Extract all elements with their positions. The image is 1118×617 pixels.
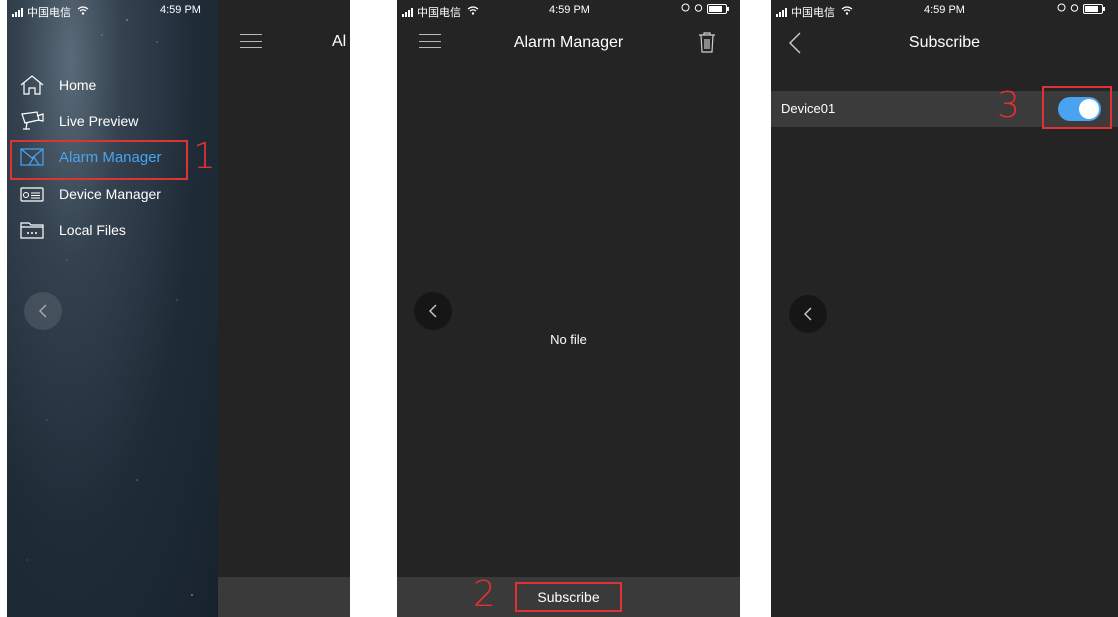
menu-item-live-preview[interactable]: Live Preview (19, 107, 138, 135)
signal-icon (402, 7, 413, 17)
annotation-box-1 (10, 140, 188, 180)
device-name: Device01 (781, 101, 836, 116)
page-title: Alarm Manager (513, 34, 624, 51)
phone-screen-side-menu: 中国电信 4:59 PM Home Live Preview Alarm Man… (7, 0, 350, 617)
home-icon (20, 75, 44, 95)
battery-icon (707, 4, 729, 14)
carrier-label: 中国电信 (791, 7, 835, 19)
annotation-step-2: 2 (473, 574, 496, 615)
signal-icon (12, 7, 23, 17)
back-circle-button[interactable] (789, 295, 827, 333)
trash-icon[interactable] (698, 31, 716, 58)
chevron-left-icon (39, 304, 47, 318)
status-bar: 中国电信 4:59 PM (397, 0, 740, 20)
phone-screen-alarm-manager: 中国电信 4:59 PM Alarm Manager No file Subsc… (397, 0, 740, 617)
menu-item-label: Live Preview (59, 113, 139, 129)
status-time: 4:59 PM (549, 4, 590, 16)
battery-icon (1083, 4, 1105, 14)
carrier-indicator: 中国电信 (776, 4, 853, 20)
carrier-label: 中国电信 (417, 7, 461, 19)
status-time: 4:59 PM (924, 4, 965, 16)
chevron-left-icon (429, 304, 437, 318)
lock-rotation-icon (681, 3, 690, 15)
annotation-box-2 (515, 582, 622, 612)
alarm-clock-icon (1070, 3, 1079, 15)
signal-icon (776, 7, 787, 17)
page-title: Subscribe (908, 34, 981, 51)
menu-item-device-manager[interactable]: Device Manager (19, 180, 161, 208)
device-icon (20, 187, 44, 202)
status-time: 4:59 PM (160, 4, 201, 16)
chevron-left-icon (804, 307, 812, 321)
alarm-clock-icon (694, 3, 703, 15)
bottom-bar: Subscribe 2 (397, 574, 740, 617)
main-content-peek: Al (218, 0, 350, 617)
back-circle-button[interactable] (24, 292, 62, 330)
annotation-step-3: 3 (997, 85, 1020, 126)
menu-item-local-files[interactable]: Local Files (19, 216, 126, 244)
carrier-indicator: 中国电信 (402, 4, 479, 20)
folder-icon (20, 222, 44, 239)
empty-state-text: No file (550, 332, 587, 347)
phone-screen-subscribe: 中国电信 4:59 PM Subscribe Device01 3 (771, 0, 1118, 617)
wifi-icon (467, 6, 479, 18)
menu-item-home[interactable]: Home (19, 71, 96, 99)
back-circle-button[interactable] (414, 292, 452, 330)
camera-icon (21, 111, 44, 130)
annotation-step-1: 1 (193, 136, 216, 177)
wifi-icon (77, 6, 89, 18)
menu-item-label: Device Manager (59, 186, 161, 202)
status-right-icons (1057, 3, 1105, 15)
status-right-icons (681, 3, 729, 15)
nav-bar: Al (218, 0, 350, 60)
carrier-indicator: 中国电信 (12, 4, 89, 20)
bottom-bar (218, 577, 350, 617)
lock-rotation-icon (1057, 3, 1066, 15)
menu-item-label: Home (59, 77, 97, 93)
status-bar: 中国电信 4:59 PM (771, 0, 1118, 20)
nav-title-partial: Al (332, 33, 347, 50)
menu-item-label: Local Files (59, 222, 126, 238)
annotation-box-3 (1042, 86, 1112, 129)
wifi-icon (841, 6, 853, 18)
hamburger-menu-icon[interactable] (240, 34, 262, 48)
carrier-label: 中国电信 (27, 7, 71, 19)
